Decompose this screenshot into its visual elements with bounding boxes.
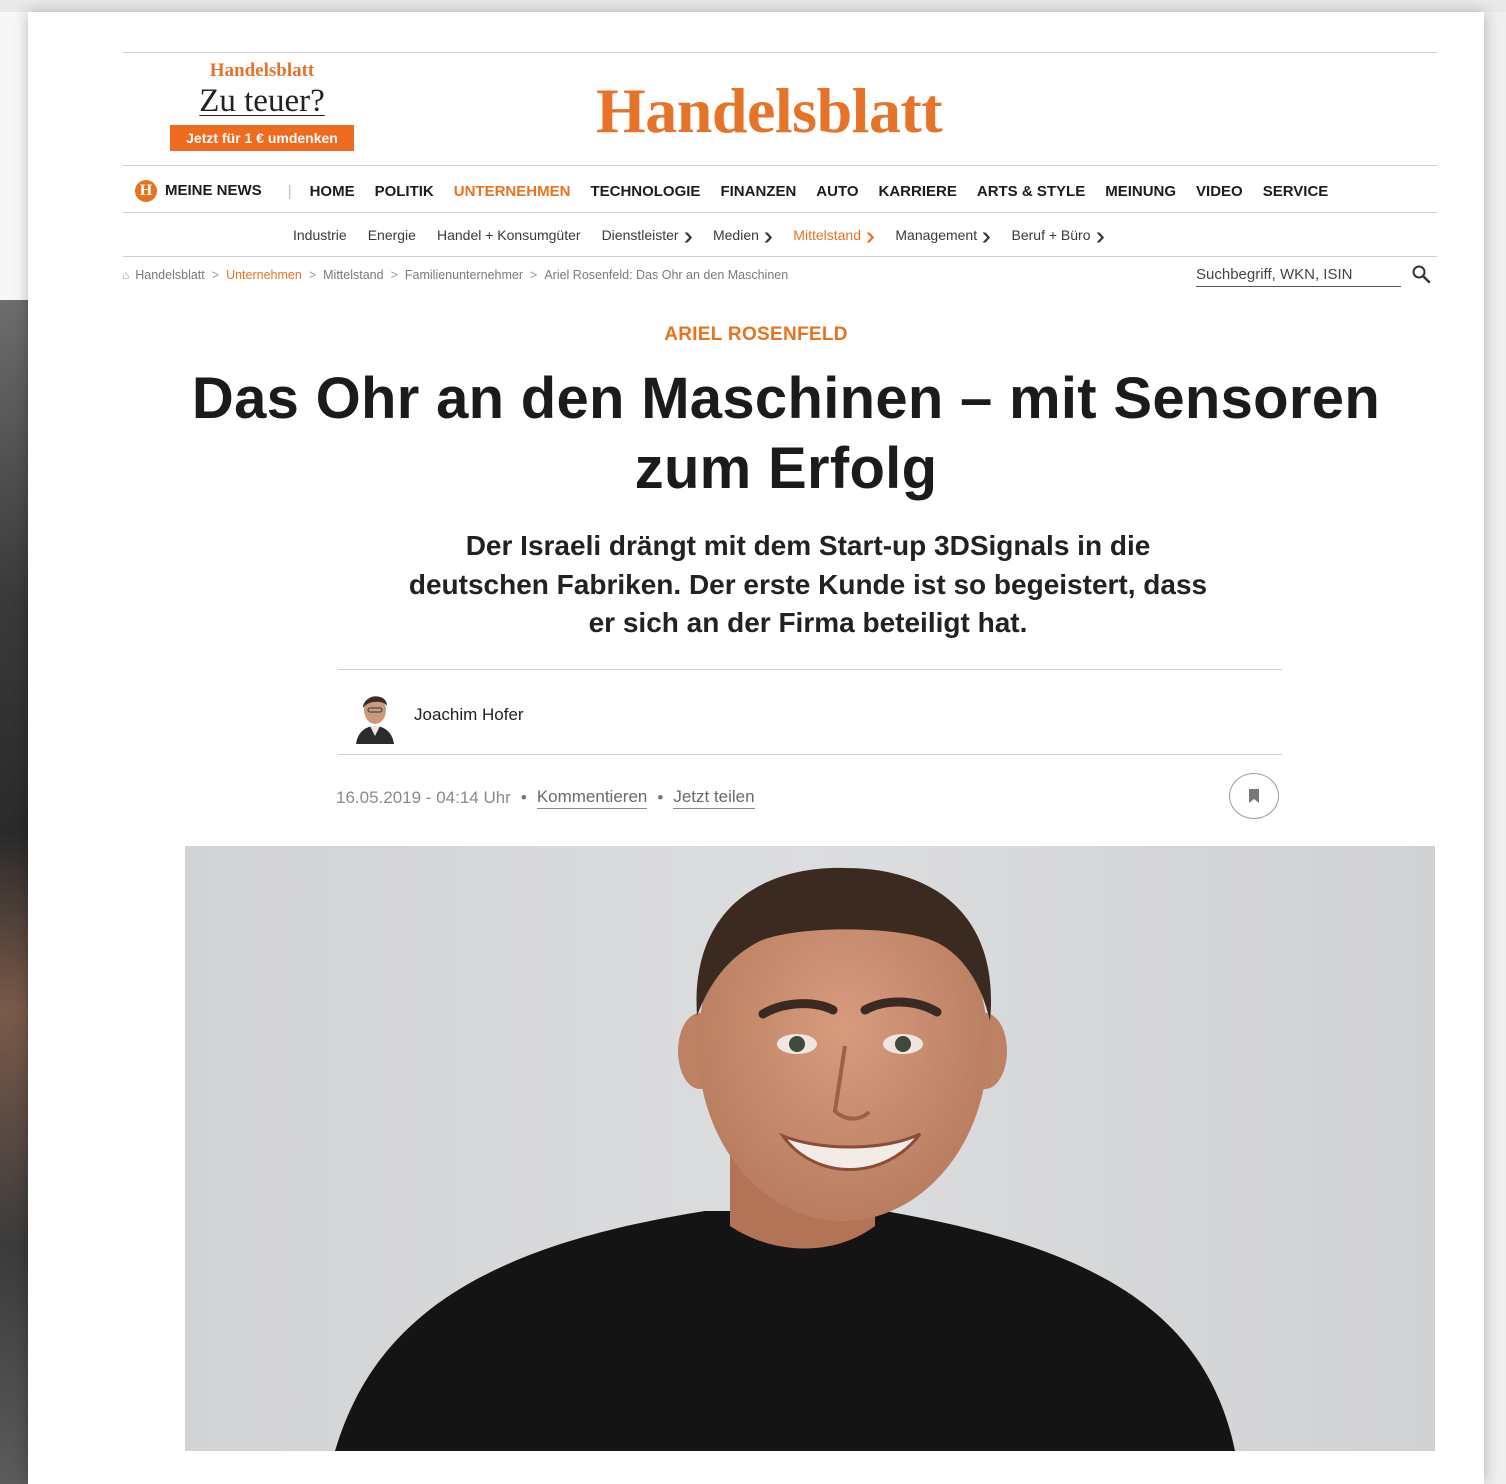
subnav-label: Management [895, 227, 978, 243]
nav-item-auto[interactable]: AUTO [816, 183, 858, 200]
article-page: Handelsblatt Zu teuer? Jetzt für 1 € umd… [28, 12, 1484, 1484]
author-box[interactable]: Joachim Hofer [346, 684, 986, 746]
portrait-photo [185, 846, 1435, 1451]
nav-item-finanzen[interactable]: FINANZEN [720, 183, 796, 200]
author-name[interactable]: Joachim Hofer [414, 705, 524, 725]
nav-item-arts-style[interactable]: ARTS & STYLE [977, 183, 1085, 200]
breadcrumb-separator: > [390, 268, 398, 282]
backdrop-left-photo [0, 300, 28, 1484]
publish-date: 16.05.2019 - 04:14 Uhr [336, 788, 511, 807]
comment-link[interactable]: Kommentieren [536, 787, 648, 809]
breadcrumb-current: Ariel Rosenfeld: Das Ohr an den Maschine… [544, 268, 789, 282]
chevron-down-icon: ❯ [1093, 232, 1106, 243]
breadcrumb: ⌂ Handelsblatt > Unternehmen > Mittelsta… [122, 268, 788, 282]
home-icon[interactable]: ⌂ [122, 268, 129, 282]
author-bottom-rule [338, 754, 1282, 755]
nav-item-technologie[interactable]: TECHNOLOGIE [590, 183, 700, 200]
lead-line: deutschen Fabriken. Der erste Kunde ist … [408, 568, 1208, 600]
breadcrumb-item[interactable]: Familienunternehmer [405, 268, 523, 282]
chevron-down-icon: ❯ [980, 232, 993, 243]
breadcrumb-separator: > [530, 268, 538, 282]
article-lead: Der Israeli drängt mit dem Start-up 3DSi… [328, 527, 1288, 643]
chevron-down-icon: ❯ [681, 232, 694, 243]
backdrop-top [0, 0, 1506, 12]
breadcrumb-separator: > [211, 268, 220, 282]
subnav-item-mittelstand[interactable]: Mittelstand ❯ [793, 227, 877, 243]
subnav-item-energie[interactable]: Energie [368, 227, 416, 243]
subnav-item-industrie[interactable]: Industrie [293, 227, 347, 243]
headline-line: zum Erfolg [634, 436, 938, 501]
author-top-rule [338, 669, 1282, 670]
nav-item-meinung[interactable]: MEINUNG [1105, 183, 1176, 200]
subnav-label: Mittelstand [793, 227, 861, 243]
subnav-item-handel[interactable]: Handel + Konsumgüter [437, 227, 581, 243]
subnav-item-dienstleister[interactable]: Dienstleister ❯ [601, 227, 694, 243]
chevron-down-icon: ❯ [762, 232, 774, 243]
promo-cta-button[interactable]: Jetzt für 1 € umdenken [170, 125, 354, 151]
meine-news-label: MEINE NEWS [165, 181, 262, 199]
share-link[interactable]: Jetzt teilen [673, 787, 755, 809]
bookmark-icon [1249, 789, 1259, 803]
breadcrumb-item[interactable]: Unternehmen [226, 268, 302, 282]
meine-news-link[interactable]: H MEINE NEWS [135, 180, 262, 202]
subnav-item-beruf-buero[interactable]: Beruf + Büro ❯ [1011, 227, 1106, 243]
subnav-label: Dienstleister [601, 227, 679, 243]
backdrop-right [1484, 12, 1506, 1484]
author-portrait-image [350, 686, 400, 744]
subnav-item-medien[interactable]: Medien ❯ [712, 227, 774, 243]
top-rule [123, 52, 1437, 53]
subnav-label: Beruf + Büro [1011, 227, 1091, 243]
breadcrumb-item[interactable]: Handelsblatt [135, 268, 205, 282]
subscription-promo[interactable]: Handelsblatt Zu teuer? Jetzt für 1 € umd… [152, 60, 372, 160]
subnav-bottom-rule [123, 256, 1437, 257]
nav-item-politik[interactable]: POLITIK [375, 183, 434, 200]
search-input[interactable]: Suchbegriff, WKN, ISIN [1196, 266, 1401, 287]
chevron-down-icon: ❯ [864, 232, 877, 243]
meta-separator: • [657, 788, 664, 807]
headline-line: Das Ohr an den Maschinen – mit Sensoren [191, 366, 1381, 431]
breadcrumb-separator: > [308, 268, 317, 282]
handelsblatt-h-icon: H [135, 180, 157, 202]
promo-brand: Handelsblatt [209, 60, 315, 81]
subnav-item-management[interactable]: Management ❯ [895, 227, 993, 243]
nav-item-home[interactable]: HOME [310, 183, 355, 200]
search-icon[interactable] [1411, 264, 1431, 284]
author-avatar[interactable] [350, 686, 400, 744]
nav-top-rule [123, 165, 1437, 166]
nav-divider: | [287, 182, 292, 200]
sub-navigation: Industrie Energie Handel + Konsumgüter D… [293, 222, 1125, 248]
nav-item-video[interactable]: VIDEO [1196, 183, 1243, 200]
main-navigation: H MEINE NEWS | HOME POLITIK UNTERNEHMEN T… [135, 176, 1348, 206]
subnav-label: Medien [712, 227, 759, 243]
breadcrumb-item[interactable]: Mittelstand [323, 268, 383, 282]
article-hero-image [185, 846, 1435, 1451]
article-kicker: ARIEL ROSENFELD [664, 324, 848, 345]
article-meta: 16.05.2019 - 04:14 Uhr • Kommentieren • … [336, 787, 755, 809]
nav-item-service[interactable]: SERVICE [1263, 183, 1329, 200]
backdrop-left-upper [0, 12, 28, 302]
lead-line: Der Israeli drängt mit dem Start-up 3DSi… [465, 530, 1151, 561]
lead-line: er sich an der Firma beteiligt hat. [588, 607, 1028, 638]
meta-separator: • [520, 788, 527, 807]
article-headline: Das Ohr an den Maschinen – mit Sensoren … [88, 364, 1484, 504]
promo-question[interactable]: Zu teuer? [152, 82, 372, 120]
nav-item-karriere[interactable]: KARRIERE [879, 183, 957, 200]
bookmark-button[interactable] [1229, 773, 1279, 819]
nav-item-unternehmen[interactable]: UNTERNEHMEN [454, 183, 571, 200]
site-logo[interactable]: Handelsblatt [596, 74, 943, 148]
nav-bottom-rule [123, 212, 1437, 213]
